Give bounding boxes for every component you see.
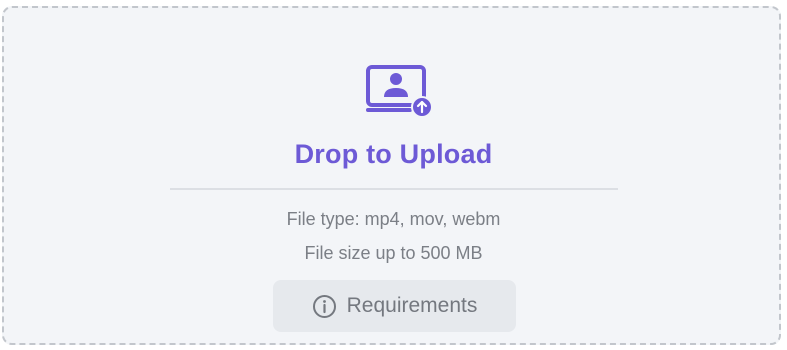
upload-title: Drop to Upload (294, 139, 493, 169)
divider (170, 188, 618, 190)
requirements-button[interactable]: Requirements (273, 280, 516, 332)
requirements-label: Requirements (346, 294, 478, 317)
info-icon (312, 294, 336, 318)
file-type-text: File type: mp4, mov, webm (286, 209, 501, 229)
upload-dropzone[interactable]: Drop to Upload File type: mp4, mov, webm… (2, 6, 781, 345)
file-size-text: File size up to 500 MB (304, 243, 483, 263)
upload-video-icon (366, 65, 433, 118)
